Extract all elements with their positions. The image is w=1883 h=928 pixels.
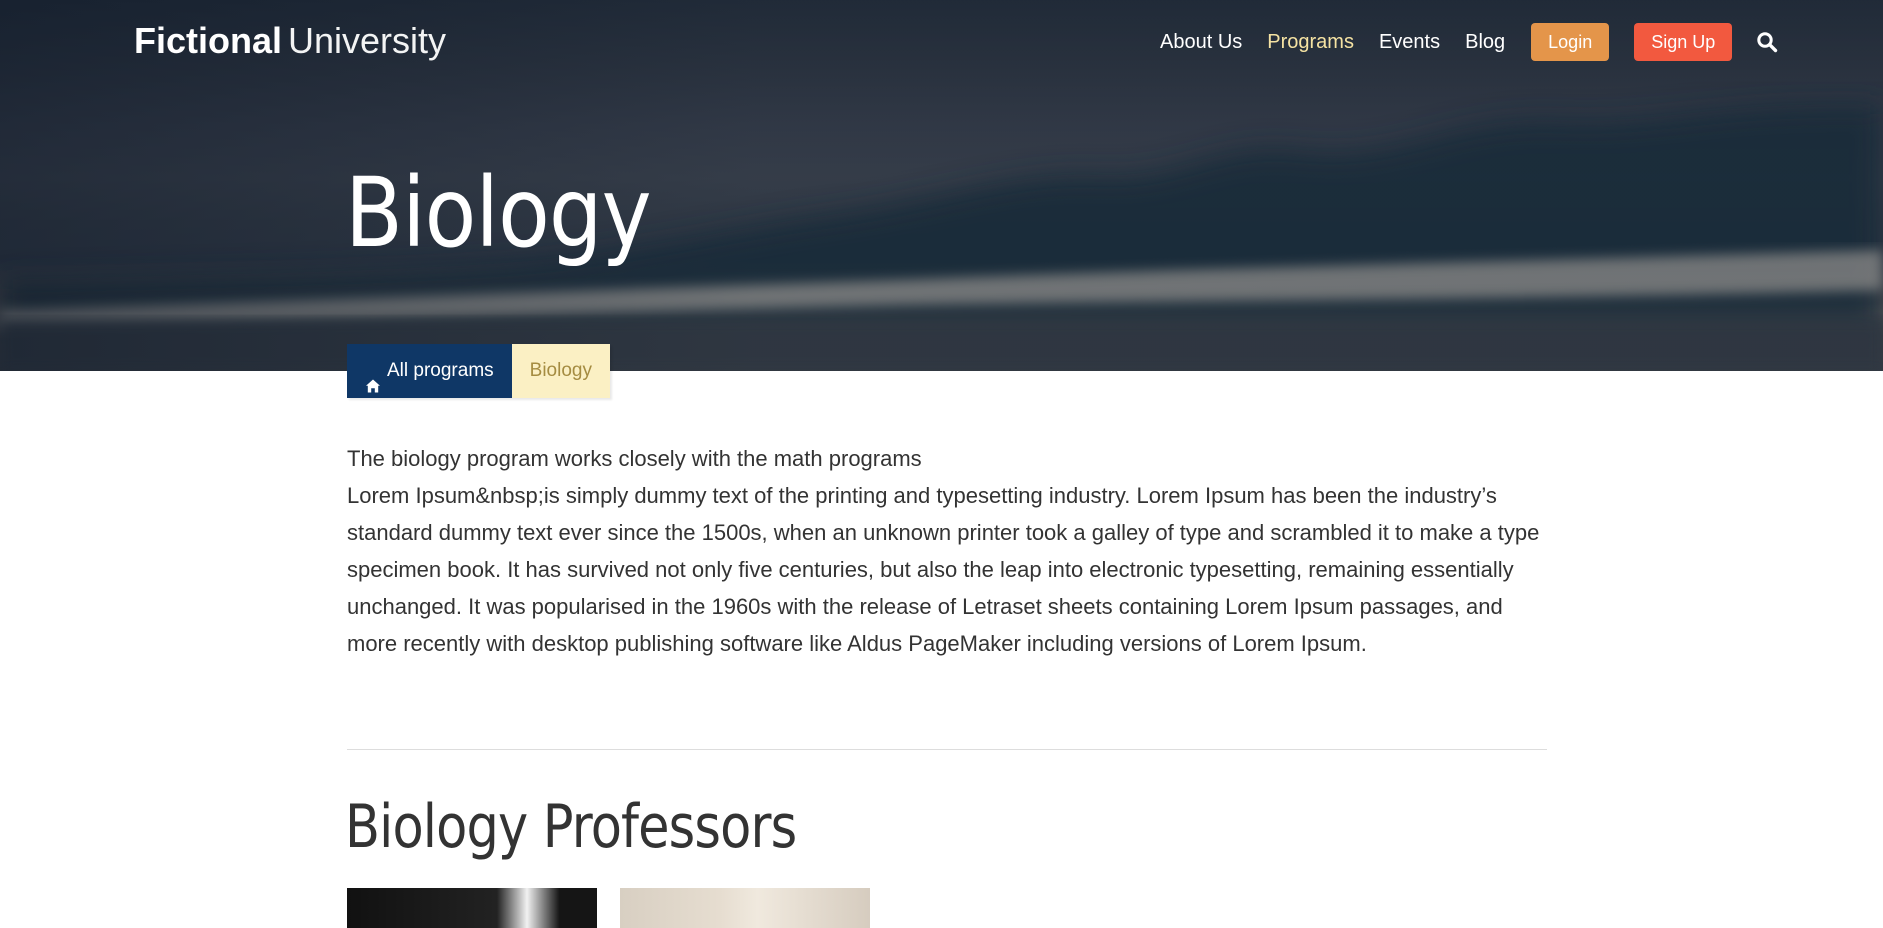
site-header: Fictional University About Us Programs Ev… bbox=[0, 0, 1883, 86]
home-icon bbox=[365, 362, 381, 393]
professor-cards bbox=[347, 888, 893, 928]
nav-programs[interactable]: Programs bbox=[1267, 31, 1354, 54]
page-title: Biology bbox=[345, 157, 652, 269]
professor-card-image[interactable] bbox=[620, 888, 870, 928]
program-intro: The biology program works closely with t… bbox=[347, 446, 922, 471]
program-description: The biology program works closely with t… bbox=[347, 440, 1547, 662]
search-icon[interactable] bbox=[1755, 30, 1779, 54]
sign-up-button[interactable]: Sign Up bbox=[1634, 23, 1733, 61]
nav-events[interactable]: Events bbox=[1379, 31, 1440, 54]
program-body: Lorem Ipsum&nbsp;is simply dummy text of… bbox=[347, 483, 1540, 656]
breadcrumb: All programs Biology bbox=[347, 344, 610, 398]
breadcrumb-all-programs-link[interactable]: All programs bbox=[347, 344, 512, 398]
section-divider bbox=[347, 749, 1547, 750]
logo-light-text: University bbox=[288, 20, 447, 61]
login-button[interactable]: Login bbox=[1531, 23, 1610, 61]
professor-card-image[interactable] bbox=[347, 888, 597, 928]
site-logo[interactable]: Fictional University bbox=[134, 20, 446, 62]
nav-blog[interactable]: Blog bbox=[1465, 31, 1505, 54]
main-navigation: About Us Programs Events Blog Login Sign… bbox=[1160, 23, 1779, 61]
professors-heading: Biology Professors bbox=[345, 792, 797, 862]
breadcrumb-current: Biology bbox=[511, 344, 610, 398]
breadcrumb-parent-label: All programs bbox=[387, 360, 494, 381]
logo-bold-text: Fictional bbox=[134, 20, 283, 61]
nav-about-us[interactable]: About Us bbox=[1160, 31, 1242, 54]
